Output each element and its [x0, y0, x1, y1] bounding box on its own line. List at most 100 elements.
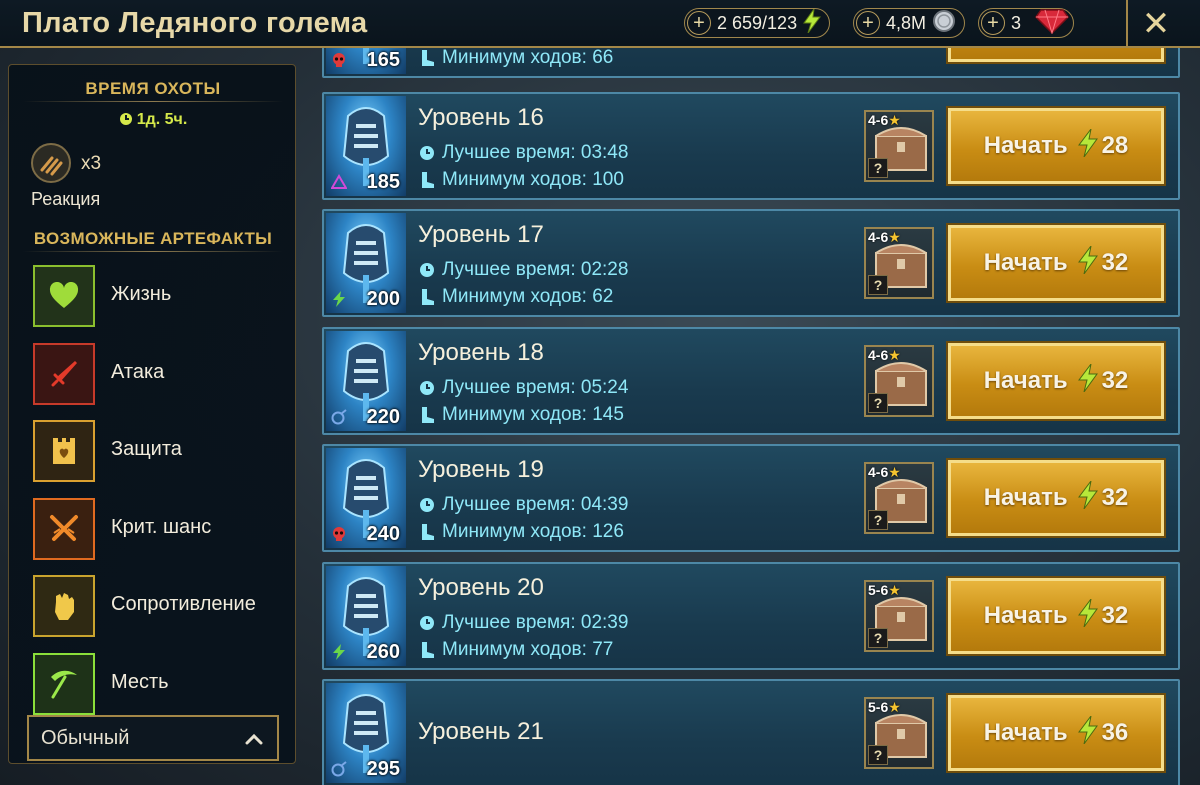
start-button[interactable]: Начать 32 [946, 458, 1166, 538]
start-button[interactable]: Начать 32 [946, 341, 1166, 421]
boss-power: 240 [366, 523, 400, 545]
level-row[interactable]: 240 Уровень 19 Лучшее время: 04:39 Минимум … [322, 444, 1180, 552]
boot-icon [418, 406, 436, 424]
energy-counter[interactable]: + 2 659/123 [684, 8, 831, 38]
divider [23, 251, 283, 252]
min-moves: Минимум ходов: 66 [418, 47, 613, 69]
pickaxe-icon [33, 652, 95, 715]
chest-stars: 5-6★ [868, 582, 901, 598]
boot-icon [418, 641, 436, 659]
boot-icon [418, 49, 436, 67]
fist-icon [33, 575, 95, 637]
artifact-item-life[interactable]: Жизнь [31, 263, 293, 341]
bolt-affinity-icon [331, 644, 347, 660]
reaction-icon[interactable] [31, 143, 71, 183]
skull-affinity-icon [331, 526, 347, 542]
silver-counter[interactable]: + 4,8M [853, 8, 966, 38]
energy-value: 2 659/123 [717, 12, 798, 33]
hunt-time-title: ВРЕМЯ ОХОТЫ [85, 79, 221, 98]
reward-chest[interactable]: 4-6★? [864, 110, 934, 182]
boss-portrait: 220 [326, 331, 406, 431]
page-title: Плато Ледяного голема [22, 7, 368, 39]
level-name: Уровень 19 [418, 456, 544, 483]
level-name: Уровень 16 [418, 104, 544, 131]
start-button[interactable]: Начать 32 [946, 223, 1166, 303]
unknown-reward-icon: ? [868, 510, 888, 530]
start-button[interactable]: Начать 32 [946, 576, 1166, 656]
min-moves: Минимум ходов: 77 [418, 639, 613, 661]
energy-bolt-icon [803, 8, 822, 38]
energy-bolt-icon [1077, 598, 1098, 634]
boot-icon [418, 288, 436, 306]
difficulty-value: Обычный [41, 726, 130, 749]
boss-portrait: 240 [326, 448, 406, 548]
divider [23, 101, 283, 102]
sword-icon [33, 342, 95, 405]
boss-portrait: 200 [326, 213, 406, 313]
chest-stars: 4-6★ [868, 229, 901, 245]
energy-bolt-icon [1077, 480, 1098, 516]
chest-stars: 5-6★ [868, 699, 901, 715]
boss-power: 185 [366, 171, 400, 193]
gems-value: 3 [1011, 12, 1022, 33]
hunt-time-value: 1д. 5ч. [9, 111, 297, 131]
boot-icon [418, 171, 436, 189]
artifact-item-defense[interactable]: Защита [31, 418, 293, 496]
artifact-item-crit-rate[interactable]: Крит. шанс [31, 496, 293, 574]
reward-chest[interactable]: 5-6★? [864, 580, 934, 652]
reward-chest[interactable]: 4-6★? [864, 345, 934, 417]
moon-affinity-icon [331, 409, 347, 425]
artifact-item-resistance[interactable]: Сопротивление [31, 573, 293, 651]
level-row[interactable]: 185 Уровень 16 Лучшее время: 03:48 Минимум … [322, 92, 1180, 200]
unknown-reward-icon: ? [868, 158, 888, 178]
difficulty-select[interactable]: Обычный [27, 715, 279, 761]
boss-power: 295 [366, 758, 400, 780]
boss-power: 165 [366, 49, 400, 71]
energy-bolt-icon [1077, 715, 1098, 751]
add-gems-button[interactable]: + [981, 11, 1005, 35]
boss-power: 260 [366, 641, 400, 663]
artifact-item-attack[interactable]: Атака [31, 341, 293, 419]
energy-bolt-icon [1077, 128, 1098, 164]
level-row[interactable]: 200 Уровень 17 Лучшее время: 02:28 Минимум … [322, 209, 1180, 317]
clock-icon [119, 112, 133, 131]
unknown-reward-icon: ? [868, 745, 888, 765]
star-icon: ★ [888, 582, 901, 598]
crossed-swords-icon [33, 497, 95, 560]
hunt-info-panel: ВРЕМЯ ОХОТЫ 1д. 5ч. x3 Реакция ВОЗМОЖНЫЕ… [8, 64, 296, 764]
chevron-up-icon [245, 729, 263, 752]
level-name: Уровень 20 [418, 574, 544, 601]
level-row[interactable]: 260 Уровень 20 Лучшее время: 02:39 Минимум … [322, 562, 1180, 670]
boss-portrait: 295 [326, 683, 406, 783]
bolt-affinity-icon [331, 291, 347, 307]
clock-icon [418, 614, 436, 632]
gems-counter[interactable]: + 3 [978, 8, 1075, 38]
add-energy-button[interactable]: + [687, 11, 711, 35]
star-icon: ★ [888, 699, 901, 715]
level-row[interactable]: 220 Уровень 18 Лучшее время: 05:24 Минимум … [322, 327, 1180, 435]
best-time: Лучшее время: 04:39 [418, 494, 628, 516]
silver-value: 4,8M [886, 12, 927, 33]
triangle-affinity-icon [331, 174, 347, 190]
reward-chest[interactable]: 4-6★? [864, 227, 934, 299]
reward-chest[interactable]: 5-6★? [864, 697, 934, 769]
top-bar: Плато Ледяного голема + 2 659/123 + 4,8M… [0, 0, 1200, 48]
best-time: Лучшее время: 05:24 [418, 377, 628, 399]
star-icon: ★ [888, 464, 901, 480]
level-list[interactable]: 165Минимум ходов: 66Начать185Уровень 16Л… [322, 0, 1180, 785]
reaction-label: Реакция [31, 189, 101, 209]
min-moves: Минимум ходов: 62 [418, 286, 613, 308]
boss-power: 200 [366, 288, 400, 310]
chest-stars: 4-6★ [868, 347, 901, 363]
unknown-reward-icon: ? [868, 628, 888, 648]
clock-icon [418, 144, 436, 162]
boot-icon [418, 523, 436, 541]
level-row[interactable]: 295 Уровень 21 5-6★? Начать 36 [322, 679, 1180, 785]
close-button[interactable]: ✕ [1136, 4, 1176, 44]
start-button[interactable]: Начать 36 [946, 693, 1166, 773]
start-button[interactable]: Начать 28 [946, 106, 1166, 186]
reward-chest[interactable]: 4-6★? [864, 462, 934, 534]
min-moves: Минимум ходов: 145 [418, 404, 624, 426]
chest-stars: 4-6★ [868, 112, 901, 128]
add-silver-button[interactable]: + [856, 11, 880, 35]
